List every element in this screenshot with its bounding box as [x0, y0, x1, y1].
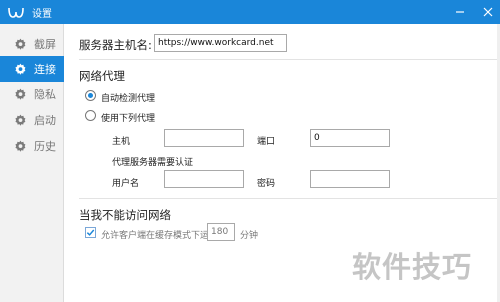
auto-detect-proxy-radio[interactable]	[85, 90, 96, 101]
minimize-icon	[456, 11, 464, 13]
manual-proxy-label: 使用下列代理	[101, 114, 156, 124]
gear-icon	[13, 37, 27, 51]
proxy-host-label: 主机	[112, 137, 131, 147]
offline-cache-label: 允许客户端在缓存模式下运行	[101, 231, 219, 241]
minimize-button[interactable]	[454, 6, 466, 18]
gear-icon	[13, 87, 27, 101]
cache-minutes-input[interactable]: 180	[207, 223, 235, 241]
divider	[79, 59, 497, 60]
server-host-input[interactable]: https://www.workcard.net	[154, 34, 287, 52]
proxy-host-input[interactable]	[164, 129, 244, 147]
proxy-username-input[interactable]	[164, 170, 244, 188]
proxy-auth-label: 代理服务器需要认证	[112, 158, 194, 168]
sidebar-item-screenshot[interactable]: 截屏	[0, 31, 64, 57]
sidebar-item-label: 连接	[34, 63, 56, 76]
sidebar-item-privacy[interactable]: 隐私	[0, 81, 64, 107]
server-host-label: 服务器主机名:	[79, 38, 152, 52]
manual-proxy-radio[interactable]	[85, 110, 96, 121]
sidebar-item-label: 历史	[34, 140, 56, 153]
minutes-unit-label: 分钟	[240, 231, 259, 241]
gear-icon	[13, 139, 27, 153]
divider	[79, 198, 497, 199]
proxy-password-label: 密码	[257, 179, 276, 189]
sidebar-item-startup[interactable]: 启动	[0, 107, 64, 133]
proxy-section-title: 网络代理	[79, 69, 125, 83]
offline-section-title: 当我不能访问网络	[79, 208, 171, 222]
close-button[interactable]	[482, 6, 494, 18]
auto-detect-proxy-label: 自动检测代理	[101, 94, 156, 104]
sidebar-item-label: 隐私	[34, 88, 56, 101]
watermark-text: 软件技巧	[352, 250, 473, 284]
gear-icon	[13, 62, 27, 76]
proxy-username-label: 用户名	[112, 179, 140, 189]
proxy-port-input[interactable]: 0	[310, 129, 390, 147]
sidebar-item-label: 启动	[34, 114, 56, 127]
close-icon	[483, 7, 493, 17]
offline-cache-checkbox[interactable]	[85, 227, 96, 238]
sidebar-item-history[interactable]: 历史	[0, 133, 64, 159]
gear-icon	[13, 113, 27, 127]
app-logo-icon	[8, 6, 24, 18]
sidebar-item-label: 截屏	[34, 38, 56, 51]
checkmark-icon	[86, 229, 95, 236]
title-bar: 设置	[0, 0, 500, 24]
sidebar-item-connection[interactable]: 连接	[0, 56, 64, 82]
sidebar: 截屏 连接 隐私 启动 历史	[0, 24, 64, 302]
proxy-password-input[interactable]	[310, 170, 390, 188]
window-title: 设置	[32, 8, 52, 20]
proxy-port-label: 端口	[257, 137, 276, 147]
